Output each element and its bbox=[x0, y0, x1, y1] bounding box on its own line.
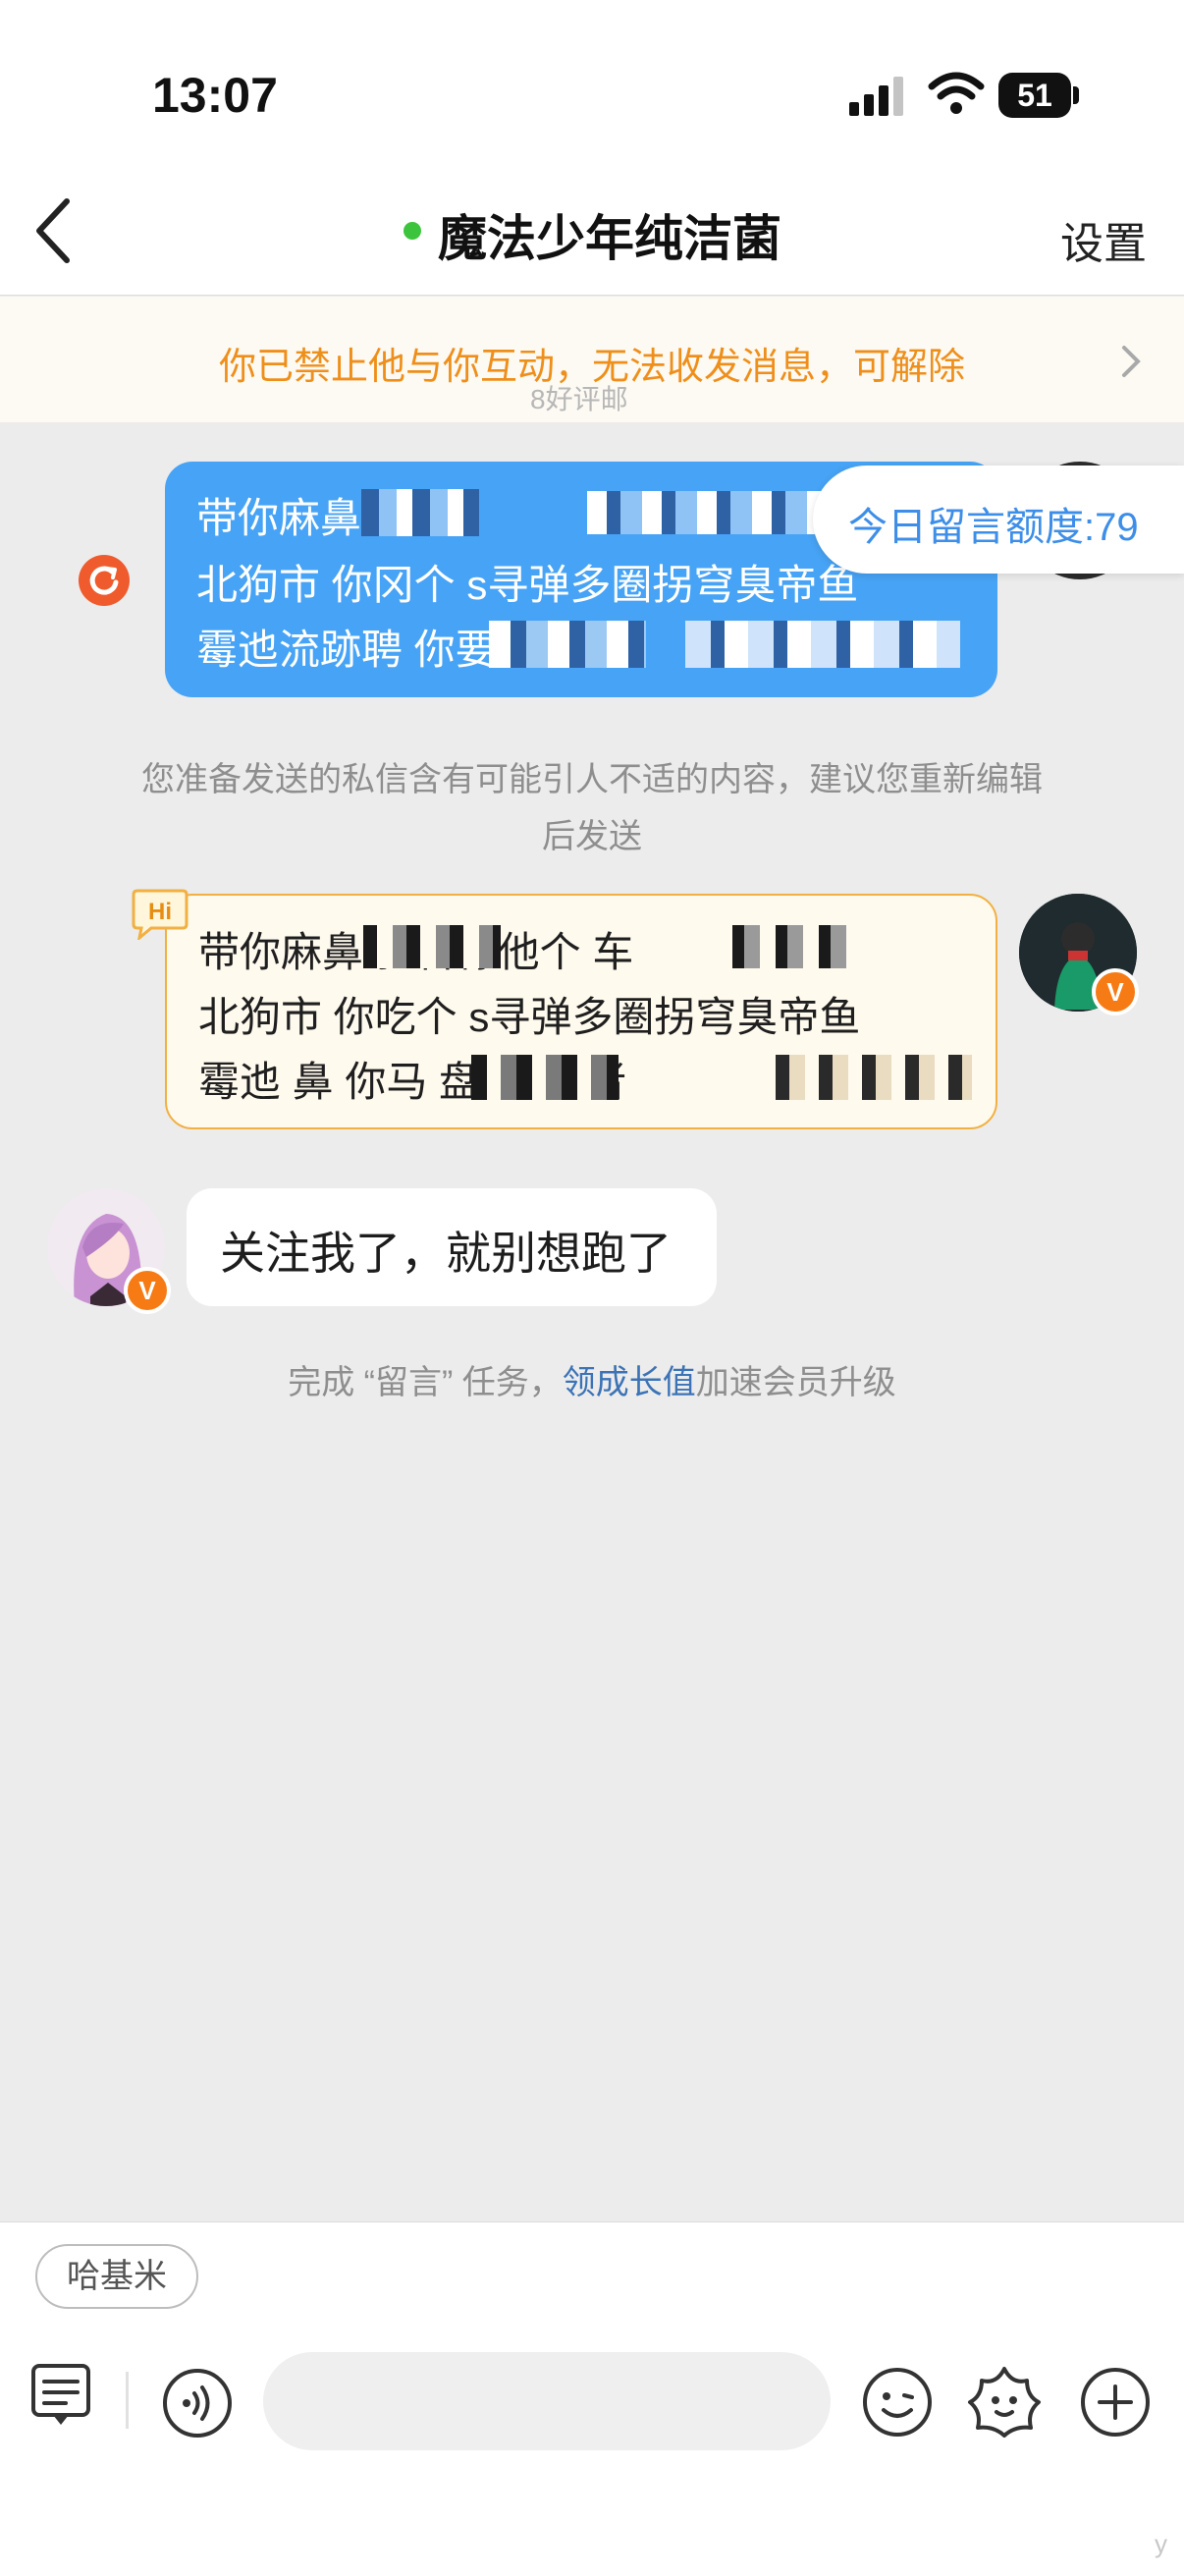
suggestion-chip[interactable]: 哈基米 bbox=[35, 2244, 198, 2309]
task-hint-prefix: 完成 “留言” 任务， bbox=[288, 1364, 563, 1401]
hi-badge-label: Hi bbox=[148, 899, 172, 925]
cellular-signal-icon bbox=[849, 77, 903, 116]
battery-level: 51 bbox=[998, 73, 1071, 118]
hi-greeting-icon: Hi bbox=[132, 889, 188, 940]
mosaic-censor bbox=[776, 1055, 972, 1100]
growth-value-link[interactable]: 领成长值 bbox=[563, 1364, 696, 1401]
content-warning-text: 您准备发送的私信含有可能引人不适的内容，建议您重新编辑后发送 bbox=[141, 761, 1043, 855]
mosaic-censor bbox=[363, 925, 501, 968]
mosaic-censor bbox=[471, 1055, 619, 1100]
battery-icon: 51 bbox=[998, 73, 1079, 118]
status-time: 13:07 bbox=[152, 68, 278, 123]
message-line: 霉迆流跡聘 你要 bbox=[196, 627, 497, 673]
verified-badge: V bbox=[1092, 968, 1139, 1015]
task-hint: 完成 “留言” 任务，领成长值加速会员升级 bbox=[0, 1355, 1184, 1403]
message-line: 北狗市 你冈个 s寻弹多圈拐穹臭帝鱼 bbox=[196, 562, 859, 608]
received-message-text: 关注我了，就别想跑了 bbox=[220, 1228, 672, 1279]
voice-icon[interactable] bbox=[161, 2367, 234, 2439]
message-quota-pill: 今日留言额度:79 bbox=[813, 466, 1184, 574]
mosaic-censor bbox=[587, 491, 823, 534]
wifi-icon bbox=[928, 72, 985, 114]
toolbar-divider bbox=[126, 2372, 129, 2429]
mosaic-censor bbox=[685, 621, 960, 668]
message-list-icon[interactable] bbox=[29, 2362, 92, 2431]
watermark-text: y bbox=[1155, 2529, 1167, 2558]
greeting-message-bubble[interactable]: 带你麻鼻 狂曹你他个 车 北狗市 你吃个 s寻弹多圈拐穹臭帝鱼 霉迆 鼻 你马 … bbox=[165, 894, 997, 1129]
sticker-icon[interactable] bbox=[966, 2363, 1043, 2439]
back-arrow-icon[interactable] bbox=[29, 192, 79, 270]
chevron-right-icon bbox=[1122, 346, 1141, 377]
message-quota-text: 今日留言额度:79 bbox=[848, 506, 1139, 549]
add-icon[interactable] bbox=[1078, 2365, 1153, 2439]
task-hint-suffix: 加速会员升级 bbox=[695, 1364, 896, 1401]
emoji-icon[interactable] bbox=[860, 2365, 935, 2439]
message-line: 北狗市 你吃个 s寻弹多圈拐穹臭帝鱼 bbox=[198, 994, 861, 1040]
chat-title[interactable]: 魔法少年纯洁菌 bbox=[438, 199, 781, 270]
message-input[interactable] bbox=[263, 2352, 831, 2450]
online-status-dot bbox=[404, 222, 421, 240]
mosaic-censor bbox=[489, 621, 646, 668]
mosaic-censor bbox=[361, 489, 479, 536]
received-message-bubble[interactable]: 关注我了，就别想跑了 bbox=[187, 1188, 717, 1306]
verified-badge: V bbox=[124, 1267, 171, 1314]
resend-icon[interactable] bbox=[79, 555, 130, 606]
settings-button[interactable]: 设置 bbox=[1060, 208, 1147, 271]
faded-overlay-text: 8好评邮 bbox=[530, 384, 628, 414]
mosaic-censor bbox=[717, 925, 854, 968]
